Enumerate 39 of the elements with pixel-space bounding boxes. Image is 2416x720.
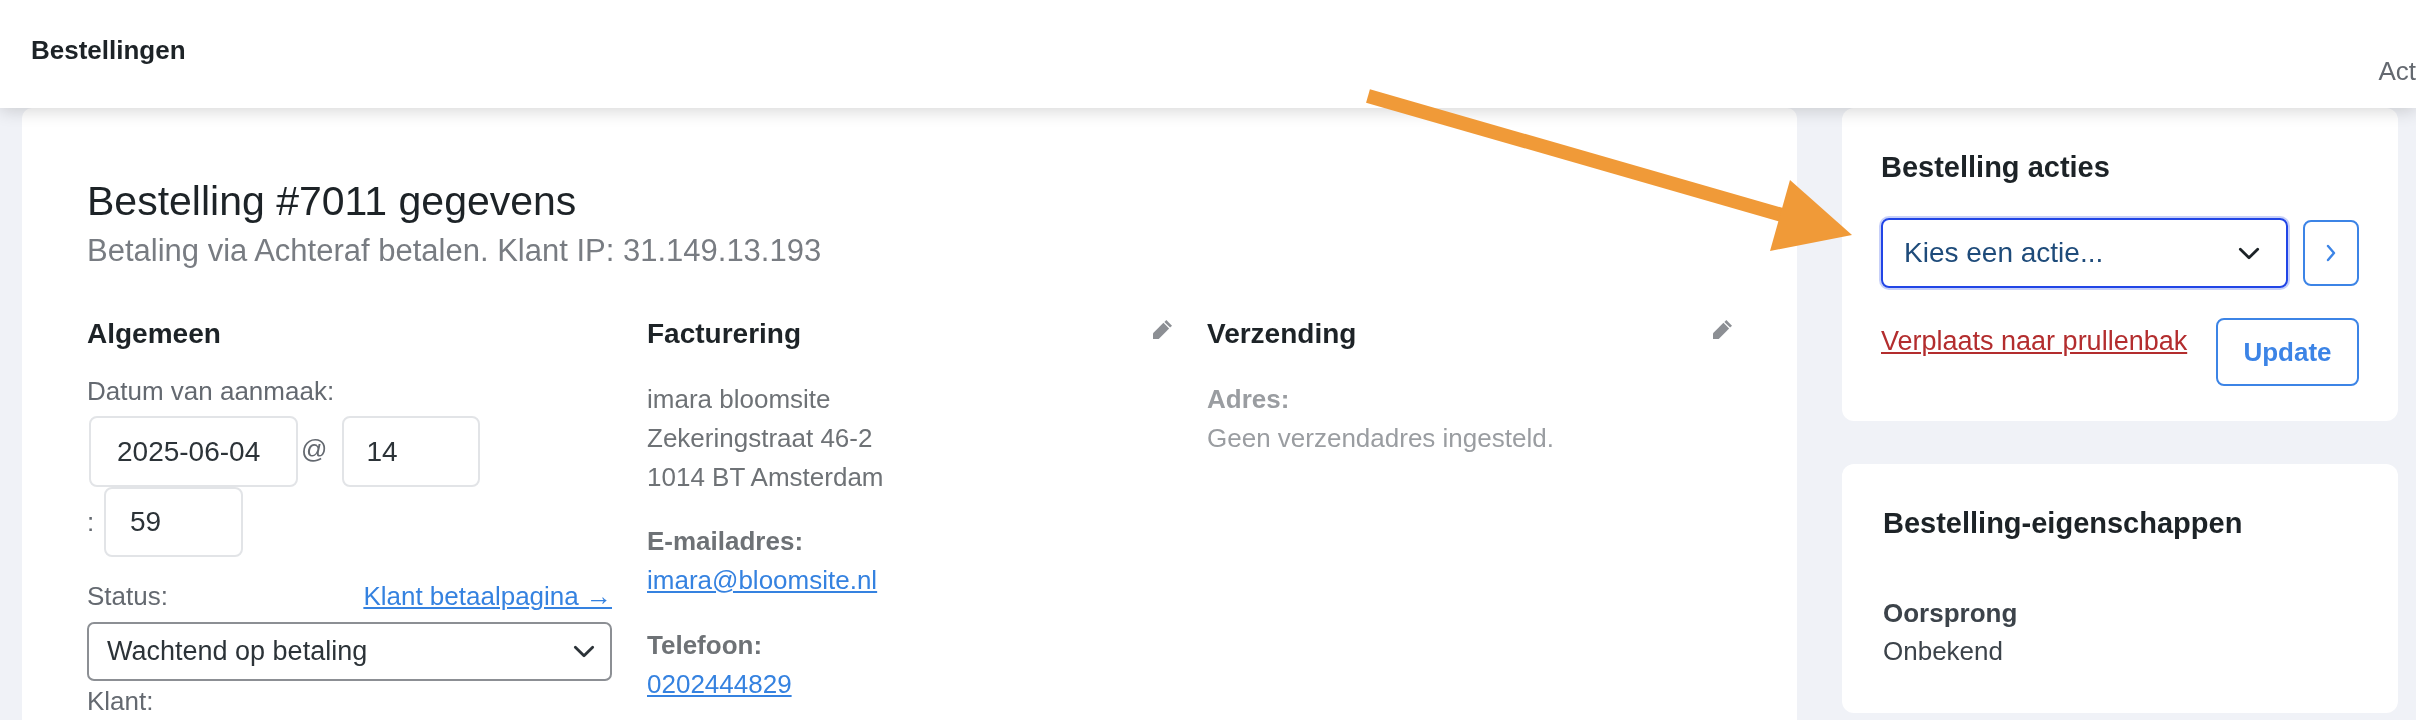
chevron-down-icon (573, 645, 595, 658)
go-button[interactable] (2303, 220, 2359, 286)
chevron-right-icon (2326, 244, 2337, 262)
status-select[interactable]: Wachtend op betaling (87, 622, 612, 681)
update-button[interactable]: Update (2216, 318, 2359, 386)
date-field[interactable]: 2025-06-04 (89, 416, 298, 487)
address-line: imara bloomsite (647, 383, 832, 416)
move-to-trash-link[interactable]: Verplaats naar prullenbak (1881, 325, 2188, 357)
shipping-address-text: Geen verzendadres ingesteld. (1207, 422, 1555, 455)
page-title: Bestellingen (31, 35, 186, 65)
email-link[interactable]: imara@bloomsite.nl (647, 561, 878, 600)
order-subtitle: Betaling via Achteraf betalen. Klant IP: 31.149.13.193 (87, 233, 823, 269)
order-title: Bestelling #7011 gegevens (87, 177, 578, 225)
field-label: E-mailadres: (647, 525, 805, 558)
section-heading: Verzending (1207, 318, 1357, 350)
pencil-icon[interactable] (1153, 320, 1172, 339)
action-select[interactable]: Kies een actie... (1881, 218, 2289, 288)
phone-link[interactable]: 0202444829 (647, 665, 792, 704)
section-heading: Facturering (647, 318, 802, 350)
colon-separator: : (87, 507, 96, 537)
pencil-icon[interactable] (1713, 320, 1732, 339)
address-line: 1014 BT Amsterdam (647, 461, 885, 494)
field-label: Klant: (87, 687, 155, 715)
at-separator: @ (301, 434, 328, 464)
card-heading: Bestelling acties (1881, 150, 2111, 184)
minute-field[interactable]: 59 (104, 487, 243, 557)
address-line: Zekeringstraat 46-2 (647, 422, 874, 455)
field-label: Status: (87, 580, 168, 612)
property-label: Oorsprong (1883, 597, 2019, 630)
header-label: Act (2378, 56, 2416, 86)
field-label: Adres: (1207, 383, 1291, 416)
property-value: Onbekend (1883, 635, 2004, 668)
card-heading: Bestelling-eigenschappen (1883, 506, 2244, 540)
field-label: Telefoon: (647, 629, 764, 662)
field-label: Datum van aanmaak: (87, 375, 336, 407)
section-heading: Algemeen (87, 318, 222, 350)
payment-page-link[interactable]: Klant betaalpagina → (363, 580, 612, 612)
hour-field[interactable]: 14 (342, 416, 481, 487)
chevron-down-icon (2238, 246, 2261, 260)
